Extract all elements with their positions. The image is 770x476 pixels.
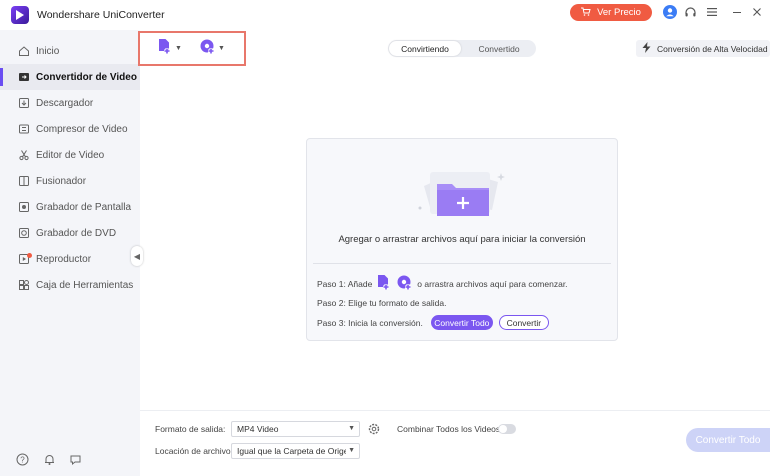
notification-dot: [27, 253, 32, 258]
folder-add-icon: [416, 168, 506, 218]
sidebar-item-label: Grabador de DVD: [36, 227, 117, 239]
add-files-button[interactable]: ▼: [157, 39, 182, 57]
step-2-text: Paso 2: Elige tu formato de salida.: [317, 298, 447, 308]
file-location-value: Igual que la Carpeta de Origen: [237, 446, 354, 456]
add-file-icon: [157, 38, 173, 58]
step-convert-all-button[interactable]: Convertir Todo: [430, 315, 493, 330]
chevron-down-icon: ▼: [218, 44, 225, 52]
format-settings-icon[interactable]: [367, 422, 381, 436]
merge-icon: [17, 175, 30, 188]
add-device-icon[interactable]: [396, 274, 413, 293]
add-device-icon: [199, 38, 216, 58]
convert-all-button[interactable]: Convertir Todo: [686, 428, 770, 452]
sidebar-item-label: Editor de Video: [36, 149, 105, 161]
dvd-icon: [17, 227, 30, 240]
close-icon[interactable]: [750, 5, 764, 19]
drop-zone-divider: [313, 263, 611, 264]
sidebar-item-label: Fusionador: [36, 175, 87, 187]
chevron-down-icon: ▼: [348, 425, 355, 432]
support-headset-icon[interactable]: [683, 5, 697, 19]
home-icon: [17, 45, 30, 58]
bell-icon[interactable]: [42, 452, 56, 466]
view-price-label: Ver Precio: [597, 7, 641, 18]
output-format-value: MP4 Video: [237, 424, 279, 434]
add-file-icon[interactable]: [376, 274, 392, 293]
merge-videos-label: Combinar Todos los Videos: [397, 424, 501, 434]
view-price-button[interactable]: Ver Precio: [570, 4, 652, 21]
sidebar-item-dvd-burner[interactable]: Grabador de DVD: [0, 220, 140, 246]
step-1-suffix: o arrastra archivos aquí para comenzar.: [417, 278, 568, 289]
output-format-label: Formato de salida:: [155, 424, 226, 434]
scissors-icon: [17, 149, 30, 162]
tab-converting[interactable]: Convirtiendo: [389, 41, 461, 56]
sidebar-item-home[interactable]: Inicio: [0, 38, 140, 64]
help-icon[interactable]: ?: [15, 452, 29, 466]
step-3: Paso 3: Inicia la conversión. Convertir …: [317, 315, 549, 330]
minimize-icon[interactable]: [730, 5, 744, 19]
high-speed-label: Conversión de Alta Velocidad: [657, 43, 768, 54]
sidebar-item-label: Inicio: [36, 45, 60, 57]
compress-icon: [17, 123, 30, 136]
sidebar-item-downloader[interactable]: Descargador: [0, 90, 140, 116]
chevron-left-icon: ◀: [133, 251, 141, 261]
account-icon[interactable]: [663, 5, 677, 19]
file-location-select[interactable]: Igual que la Carpeta de Origen ▼: [231, 443, 360, 459]
toolbox-icon: [17, 279, 30, 292]
sidebar-item-editor[interactable]: Editor de Video: [0, 142, 140, 168]
sidebar-item-compressor[interactable]: Compresor de Video: [0, 116, 140, 142]
menu-icon[interactable]: [705, 5, 719, 19]
add-files-highlight: [138, 31, 246, 66]
sidebar-item-screen-recorder[interactable]: Grabador de Pantalla: [0, 194, 140, 220]
sidebar-item-merger[interactable]: Fusionador: [0, 168, 140, 194]
sidebar-item-player[interactable]: Reproductor: [0, 246, 140, 272]
sidebar-item-label: Caja de Herramientas: [36, 279, 134, 291]
app-logo-icon: [11, 6, 29, 24]
step-1: Paso 1: Añade o arrastra archivos aquí p…: [317, 274, 568, 293]
sidebar-item-label: Compresor de Video: [36, 123, 128, 135]
screen-record-icon: [17, 201, 30, 214]
download-icon: [17, 97, 30, 110]
sidebar-item-label: Reproductor: [36, 253, 92, 265]
sidebar-item-toolbox[interactable]: Caja de Herramientas: [0, 272, 140, 298]
step-2: Paso 2: Elige tu formato de salida.: [317, 298, 446, 308]
cart-icon: [581, 7, 591, 19]
add-from-device-button[interactable]: ▼: [199, 39, 225, 57]
svg-text:?: ?: [20, 455, 25, 464]
sidebar-item-label: Descargador: [36, 97, 94, 109]
sidebar-item-video-converter[interactable]: Convertidor de Video: [0, 64, 140, 90]
app-title: Wondershare UniConverter: [37, 9, 165, 21]
lightning-icon: [642, 42, 651, 55]
step-1-prefix: Paso 1: Añade: [317, 278, 373, 289]
drop-zone-prompt: Agregar o arrastrar archivos aquí para i…: [338, 234, 586, 245]
sidebar: Inicio Convertidor de Video Descargador …: [0, 30, 140, 476]
output-format-select[interactable]: MP4 Video ▼: [231, 421, 360, 437]
sidebar-collapse-handle[interactable]: ◀: [131, 246, 143, 266]
step-3-text: Paso 3: Inicia la conversión.: [317, 317, 423, 328]
chevron-down-icon: ▼: [175, 44, 182, 52]
feedback-icon[interactable]: [68, 452, 82, 466]
convert-icon: [17, 71, 30, 84]
sidebar-item-label: Grabador de Pantalla: [36, 201, 132, 213]
step-convert-button[interactable]: Convertir: [498, 315, 549, 330]
tab-converted[interactable]: Convertido: [464, 41, 534, 56]
file-location-label: Locación de archivo:: [155, 446, 233, 456]
title-bar: Wondershare UniConverter Ver Precio: [0, 0, 770, 30]
chevron-down-icon: ▼: [346, 447, 355, 454]
bottom-bar-divider: [140, 410, 770, 411]
conversion-status-tabs: Convirtiendo Convertido: [388, 40, 536, 57]
merge-videos-toggle[interactable]: [498, 424, 516, 434]
high-speed-conversion-button[interactable]: Conversión de Alta Velocidad: [636, 40, 770, 57]
sidebar-item-label: Convertidor de Video: [36, 71, 137, 83]
